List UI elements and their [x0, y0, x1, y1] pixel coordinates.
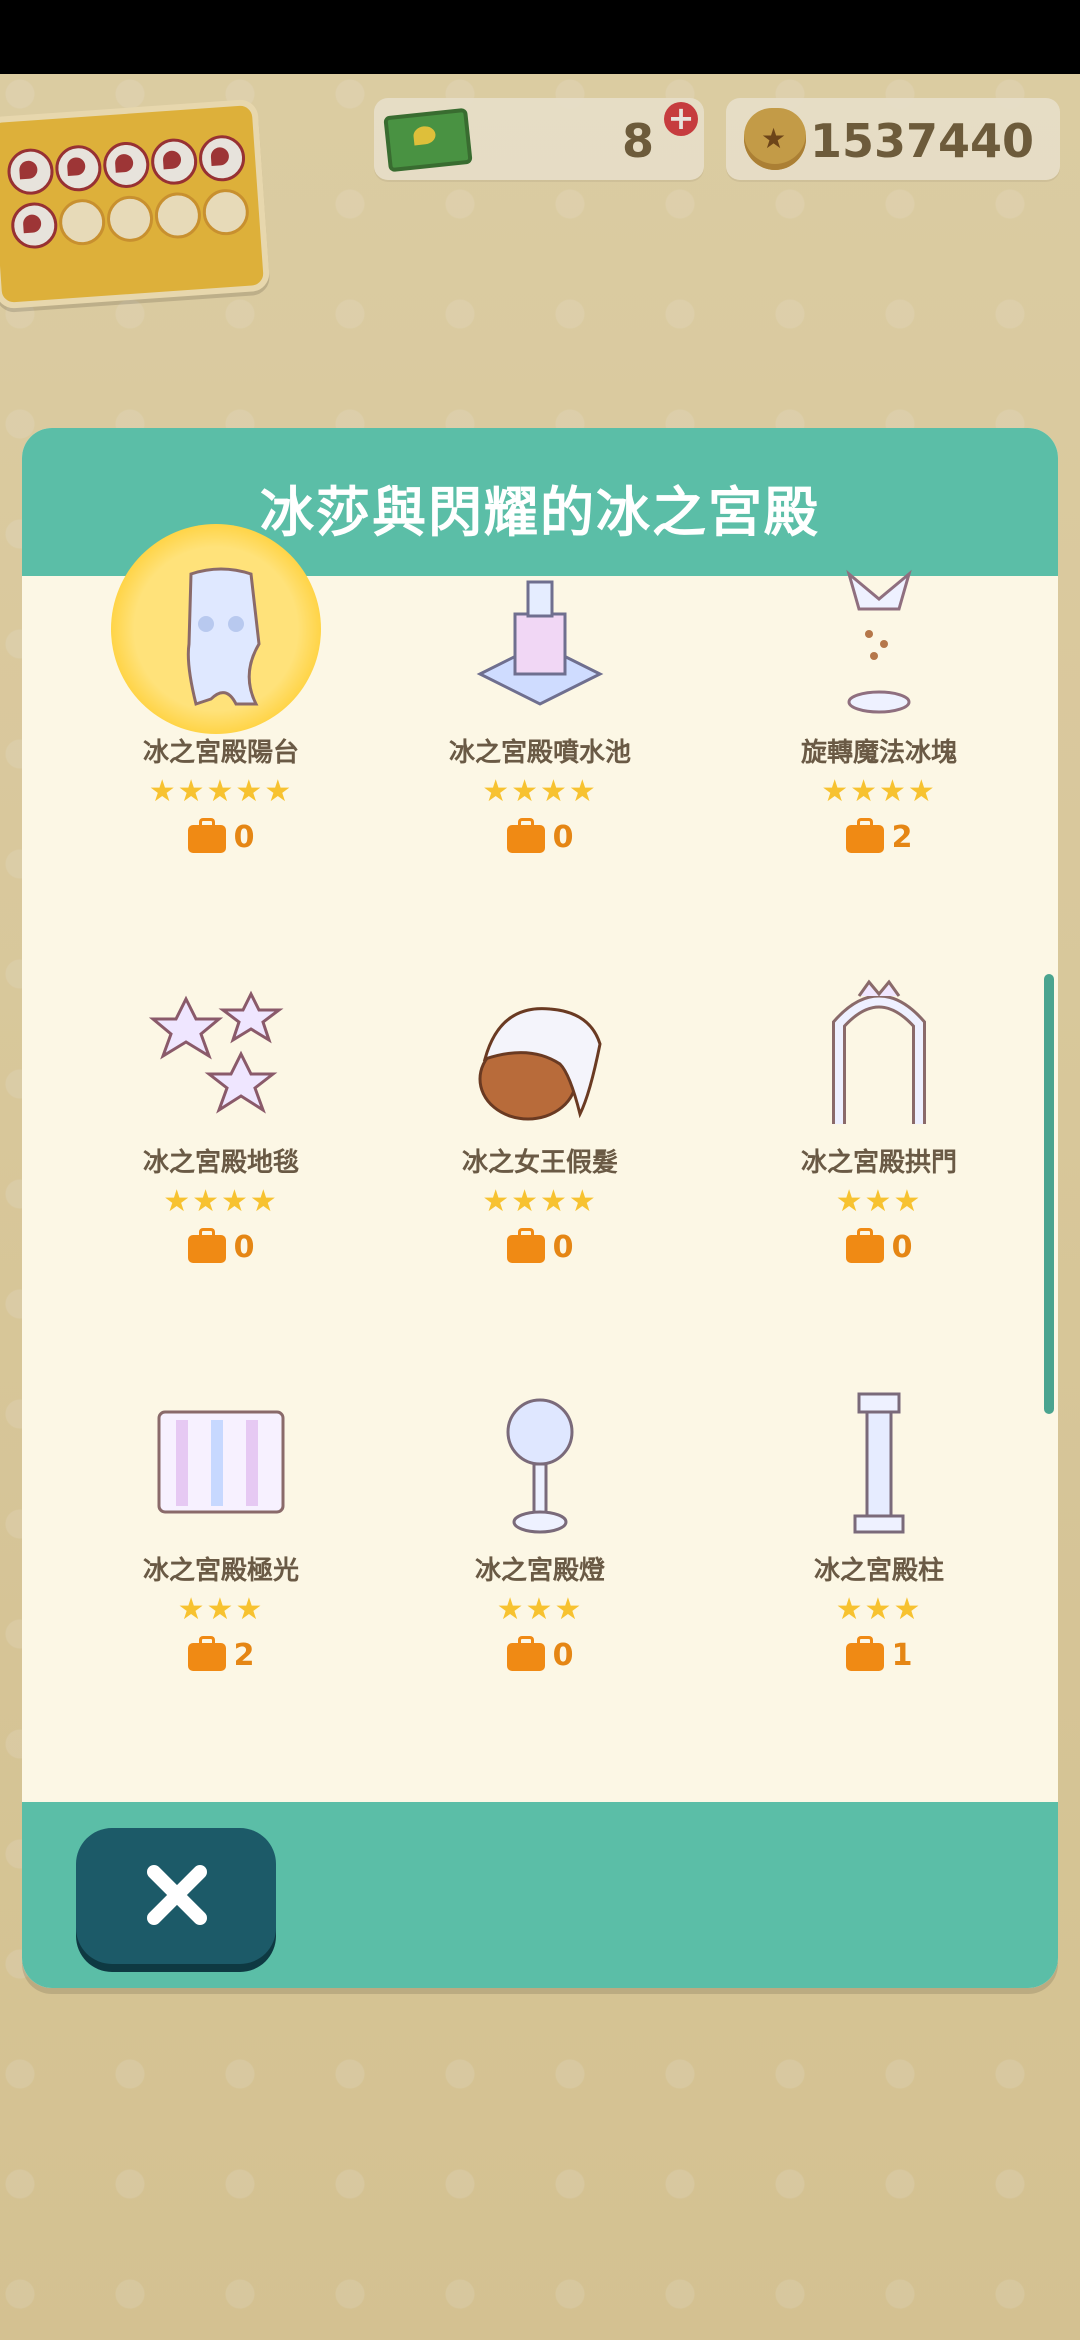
item-card[interactable]: 冰之女王假髮 ★★★★ 0 [375, 974, 705, 1274]
owned-count: 0 [56, 1227, 386, 1265]
rarity-stars: ★★★ [835, 1592, 923, 1627]
ice-queen-wig-icon [478, 1007, 602, 1121]
inventory-case-icon [187, 817, 226, 853]
ice-lamp-icon [506, 1398, 574, 1534]
inventory-case-icon [506, 1227, 545, 1263]
item-name: 冰之宮殿地毯 [142, 1148, 299, 1178]
rarity-stars: ★★★★ [482, 774, 598, 809]
rarity-stars: ★★★★ [821, 774, 937, 809]
owned-count: 0 [375, 817, 705, 855]
item-list-dialog: 冰莎與閃耀的冰之宮殿 冰之宮殿陽台 ★★★★★ 0 冰之宮殿噴水池 ★★★★ 0 [22, 428, 1058, 1988]
rarity-stars: ★★★ [496, 1592, 584, 1627]
ice-fountain-icon [476, 580, 604, 706]
owned-count: 0 [375, 1635, 705, 1673]
rarity-stars: ★★★ [177, 1592, 265, 1627]
item-card[interactable]: 冰之宮殿陽台 ★★★★★ 0 [56, 524, 386, 864]
owned-count: 0 [56, 817, 386, 855]
item-card[interactable]: 冰之宮殿燈 ★★★ 0 [375, 1382, 705, 1682]
item-name: 冰之女王假髮 [461, 1148, 618, 1178]
owned-count: 1 [714, 1635, 1044, 1673]
rarity-stars: ★★★ [835, 1184, 923, 1219]
close-button[interactable] [76, 1828, 276, 1964]
list-scrollbar[interactable] [1044, 974, 1054, 1414]
item-name: 冰之宮殿極光 [142, 1556, 299, 1586]
item-card[interactable]: 冰之宮殿噴水池 ★★★★ 0 [375, 564, 705, 864]
owned-count: 0 [714, 1227, 1044, 1265]
rarity-stars: ★★★★ [482, 1184, 598, 1219]
inventory-case-icon [506, 1635, 545, 1671]
item-name: 冰之宮殿拱門 [800, 1148, 957, 1178]
item-name: 冰之宮殿柱 [813, 1556, 944, 1586]
item-card[interactable]: 冰之宮殿地毯 ★★★★ 0 [56, 974, 386, 1274]
rarity-stars: ★★★★ [163, 1184, 279, 1219]
aurora-icon [157, 1410, 285, 1514]
item-name: 冰之宮殿噴水池 [448, 738, 631, 768]
item-card[interactable]: 冰之宮殿柱 ★★★ 1 [714, 1382, 1044, 1682]
ice-arch-icon [832, 979, 926, 1124]
snowflake-rug-icon [148, 990, 284, 1114]
owned-count: 2 [56, 1635, 386, 1673]
owned-count: 0 [375, 1227, 705, 1265]
item-name: 冰之宮殿陽台 [142, 738, 299, 768]
inventory-case-icon [845, 817, 884, 853]
inventory-case-icon [187, 1227, 226, 1263]
item-grid: 冰之宮殿陽台 ★★★★★ 0 冰之宮殿噴水池 ★★★★ 0 旋轉魔法冰塊 ★★★… [22, 524, 1058, 1988]
item-card[interactable]: 旋轉魔法冰塊 ★★★★ 2 [714, 564, 1044, 864]
magic-ice-icon [846, 569, 912, 714]
inventory-case-icon [845, 1635, 884, 1671]
ice-balcony-icon [186, 567, 261, 706]
item-name: 冰之宮殿燈 [474, 1556, 605, 1586]
item-card[interactable]: 冰之宮殿極光 ★★★ 2 [56, 1382, 386, 1682]
item-card[interactable]: 冰之宮殿拱門 ★★★ 0 [714, 974, 1044, 1274]
inventory-case-icon [187, 1635, 226, 1671]
inventory-case-icon [845, 1227, 884, 1263]
status-bar [0, 0, 1080, 74]
item-name: 旋轉魔法冰塊 [800, 738, 957, 768]
rarity-stars: ★★★★★ [148, 774, 294, 809]
close-icon [147, 1865, 207, 1925]
inventory-case-icon [506, 817, 545, 853]
ice-pillar-icon [853, 1392, 905, 1534]
dialog-footer [22, 1802, 1058, 1988]
owned-count: 2 [714, 817, 1044, 855]
